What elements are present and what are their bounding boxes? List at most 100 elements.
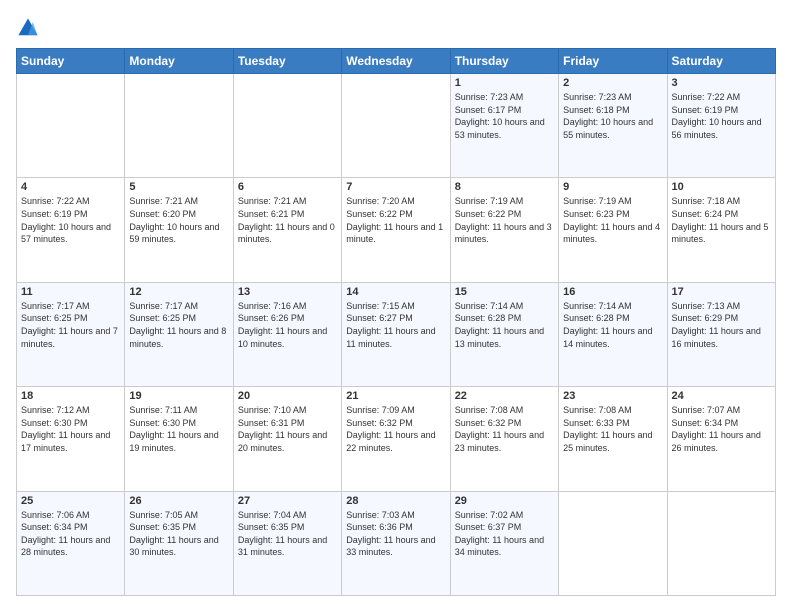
calendar-cell [125, 74, 233, 178]
calendar-cell: 21Sunrise: 7:09 AM Sunset: 6:32 PM Dayli… [342, 387, 450, 491]
logo-icon [16, 16, 40, 40]
calendar-cell: 15 Sunrise: 7:14 AM Sunset: 6:28 PM Dayli… [450, 282, 558, 386]
cell-daylight-info: Sunrise: 7:02 AM Sunset: 6:37 PM Dayligh… [455, 509, 554, 559]
calendar-cell: 3 Sunrise: 7:22 AM Sunset: 6:19 PM Daylig… [667, 74, 775, 178]
day-number: 9 [563, 181, 662, 193]
day-number: 18 [21, 390, 120, 402]
calendar-cell: 27Sunrise: 7:04 AM Sunset: 6:35 PM Dayli… [233, 491, 341, 595]
calendar-cell: 20 Sunrise: 7:10 AM Sunset: 6:31 PM Dayli… [233, 387, 341, 491]
cell-daylight-info: Sunrise: 7:08 AM Sunset: 6:32 PM Dayligh… [455, 404, 554, 454]
cell-daylight-info: Sunrise: 7:08 AM Sunset: 6:33 PM Dayligh… [563, 404, 662, 454]
day-number: 10 [672, 181, 771, 193]
cell-daylight-info: Sunrise: 7:11 AM Sunset: 6:30 PM Dayligh… [129, 404, 228, 454]
cell-daylight-info: Sunrise: 7:10 AM Sunset: 6:31 PM Dayligh… [238, 404, 337, 454]
day-number: 11 [21, 286, 120, 298]
day-number: 13 [238, 286, 337, 298]
cell-daylight-info: Sunrise: 7:03 AM Sunset: 6:36 PM Dayligh… [346, 509, 445, 559]
cell-daylight-info: Sunrise: 7:07 AM Sunset: 6:34 PM Dayligh… [672, 404, 771, 454]
day-number: 25 [21, 495, 120, 507]
calendar-cell: 12Sunrise: 7:17 AM Sunset: 6:25 PM Dayli… [125, 282, 233, 386]
calendar-day-header: Thursday [450, 49, 558, 74]
calendar-cell: 5Sunrise: 7:21 AM Sunset: 6:20 PM Daylig… [125, 178, 233, 282]
cell-daylight-info: Sunrise: 7:14 AM Sunset: 6:28 PM Dayligh… [563, 300, 662, 350]
calendar-cell [233, 74, 341, 178]
calendar-cell: 14Sunrise: 7:15 AM Sunset: 6:27 PM Dayli… [342, 282, 450, 386]
calendar-cell: 18 Sunrise: 7:12 AM Sunset: 6:30 PM Dayli… [17, 387, 125, 491]
calendar-day-header: Wednesday [342, 49, 450, 74]
calendar-cell: 26 Sunrise: 7:05 AM Sunset: 6:35 PM Dayli… [125, 491, 233, 595]
cell-daylight-info: Sunrise: 7:17 AM Sunset: 6:25 PM Dayligh… [21, 300, 120, 350]
cell-daylight-info: Sunrise: 7:18 AM Sunset: 6:24 PM Dayligh… [672, 195, 771, 245]
cell-daylight-info: Sunrise: 7:05 AM Sunset: 6:35 PM Dayligh… [129, 509, 228, 559]
calendar-table: SundayMondayTuesdayWednesdayThursdayFrid… [16, 48, 776, 596]
day-number: 17 [672, 286, 771, 298]
cell-daylight-info: Sunrise: 7:20 AM Sunset: 6:22 PM Dayligh… [346, 195, 445, 245]
calendar-cell: 13 Sunrise: 7:16 AM Sunset: 6:26 PM Dayli… [233, 282, 341, 386]
calendar-week-row: 18 Sunrise: 7:12 AM Sunset: 6:30 PM Dayli… [17, 387, 776, 491]
day-number: 3 [672, 77, 771, 89]
header [16, 16, 776, 40]
day-number: 29 [455, 495, 554, 507]
calendar-cell: 29 Sunrise: 7:02 AM Sunset: 6:37 PM Dayli… [450, 491, 558, 595]
calendar-cell: 23 Sunrise: 7:08 AM Sunset: 6:33 PM Dayli… [559, 387, 667, 491]
cell-daylight-info: Sunrise: 7:16 AM Sunset: 6:26 PM Dayligh… [238, 300, 337, 350]
calendar-cell: 6 Sunrise: 7:21 AM Sunset: 6:21 PM Daylig… [233, 178, 341, 282]
calendar-cell: 1Sunrise: 7:23 AM Sunset: 6:17 PM Daylig… [450, 74, 558, 178]
cell-daylight-info: Sunrise: 7:06 AM Sunset: 6:34 PM Dayligh… [21, 509, 120, 559]
calendar-cell: 8 Sunrise: 7:19 AM Sunset: 6:22 PM Daylig… [450, 178, 558, 282]
calendar-day-header: Monday [125, 49, 233, 74]
calendar-cell: 10 Sunrise: 7:18 AM Sunset: 6:24 PM Dayli… [667, 178, 775, 282]
calendar-header-row: SundayMondayTuesdayWednesdayThursdayFrid… [17, 49, 776, 74]
day-number: 23 [563, 390, 662, 402]
calendar-cell: 22 Sunrise: 7:08 AM Sunset: 6:32 PM Dayli… [450, 387, 558, 491]
day-number: 15 [455, 286, 554, 298]
calendar-cell: 25 Sunrise: 7:06 AM Sunset: 6:34 PM Dayli… [17, 491, 125, 595]
day-number: 6 [238, 181, 337, 193]
day-number: 2 [563, 77, 662, 89]
calendar-cell: 4 Sunrise: 7:22 AM Sunset: 6:19 PM Daylig… [17, 178, 125, 282]
day-number: 7 [346, 181, 445, 193]
cell-daylight-info: Sunrise: 7:19 AM Sunset: 6:22 PM Dayligh… [455, 195, 554, 245]
cell-daylight-info: Sunrise: 7:19 AM Sunset: 6:23 PM Dayligh… [563, 195, 662, 245]
calendar-cell: 7 Sunrise: 7:20 AM Sunset: 6:22 PM Daylig… [342, 178, 450, 282]
calendar-cell [17, 74, 125, 178]
cell-daylight-info: Sunrise: 7:21 AM Sunset: 6:21 PM Dayligh… [238, 195, 337, 245]
cell-daylight-info: Sunrise: 7:23 AM Sunset: 6:18 PM Dayligh… [563, 91, 662, 141]
day-number: 19 [129, 390, 228, 402]
day-number: 26 [129, 495, 228, 507]
day-number: 24 [672, 390, 771, 402]
day-number: 16 [563, 286, 662, 298]
cell-daylight-info: Sunrise: 7:22 AM Sunset: 6:19 PM Dayligh… [21, 195, 120, 245]
day-number: 20 [238, 390, 337, 402]
cell-daylight-info: Sunrise: 7:13 AM Sunset: 6:29 PM Dayligh… [672, 300, 771, 350]
cell-daylight-info: Sunrise: 7:15 AM Sunset: 6:27 PM Dayligh… [346, 300, 445, 350]
cell-daylight-info: Sunrise: 7:12 AM Sunset: 6:30 PM Dayligh… [21, 404, 120, 454]
calendar-cell: 16 Sunrise: 7:14 AM Sunset: 6:28 PM Dayli… [559, 282, 667, 386]
cell-daylight-info: Sunrise: 7:04 AM Sunset: 6:35 PM Dayligh… [238, 509, 337, 559]
calendar-day-header: Tuesday [233, 49, 341, 74]
calendar-day-header: Sunday [17, 49, 125, 74]
day-number: 22 [455, 390, 554, 402]
calendar-cell: 28 Sunrise: 7:03 AM Sunset: 6:36 PM Dayli… [342, 491, 450, 595]
calendar-cell [342, 74, 450, 178]
day-number: 8 [455, 181, 554, 193]
calendar-cell: 11 Sunrise: 7:17 AM Sunset: 6:25 PM Dayli… [17, 282, 125, 386]
calendar-cell: 2 Sunrise: 7:23 AM Sunset: 6:18 PM Daylig… [559, 74, 667, 178]
day-number: 28 [346, 495, 445, 507]
cell-daylight-info: Sunrise: 7:22 AM Sunset: 6:19 PM Dayligh… [672, 91, 771, 141]
logo [16, 16, 44, 40]
calendar-cell: 24 Sunrise: 7:07 AM Sunset: 6:34 PM Dayli… [667, 387, 775, 491]
day-number: 4 [21, 181, 120, 193]
calendar-cell [667, 491, 775, 595]
cell-daylight-info: Sunrise: 7:21 AM Sunset: 6:20 PM Dayligh… [129, 195, 228, 245]
calendar-day-header: Friday [559, 49, 667, 74]
calendar-cell: 9 Sunrise: 7:19 AM Sunset: 6:23 PM Daylig… [559, 178, 667, 282]
day-number: 21 [346, 390, 445, 402]
page: SundayMondayTuesdayWednesdayThursdayFrid… [0, 0, 792, 612]
cell-daylight-info: Sunrise: 7:17 AM Sunset: 6:25 PM Dayligh… [129, 300, 228, 350]
cell-daylight-info: Sunrise: 7:23 AM Sunset: 6:17 PM Dayligh… [455, 91, 554, 141]
calendar-week-row: 25 Sunrise: 7:06 AM Sunset: 6:34 PM Dayli… [17, 491, 776, 595]
cell-daylight-info: Sunrise: 7:14 AM Sunset: 6:28 PM Dayligh… [455, 300, 554, 350]
calendar-cell: 17 Sunrise: 7:13 AM Sunset: 6:29 PM Dayli… [667, 282, 775, 386]
calendar-cell: 19 Sunrise: 7:11 AM Sunset: 6:30 PM Dayli… [125, 387, 233, 491]
